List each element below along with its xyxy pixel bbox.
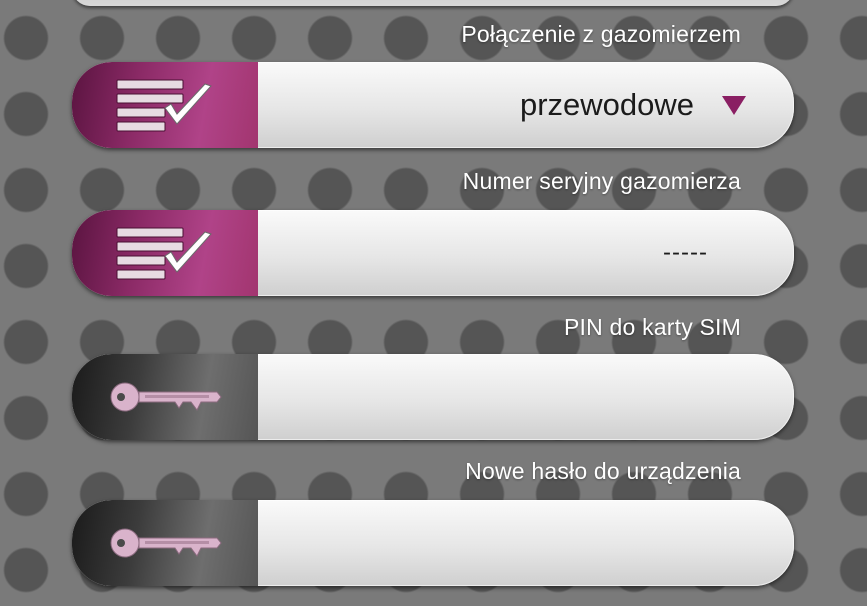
serial-number-value: ----- [663, 239, 708, 266]
sim-pin-label: PIN do karty SIM [563, 314, 741, 340]
new-password-label: Nowe hasło do urządzenia [465, 458, 741, 484]
connection-icon-area [72, 62, 258, 148]
serial-number-label: Numer seryjny gazomierza [462, 168, 741, 194]
connection-dropdown[interactable]: przewodowe [72, 62, 794, 148]
sim-pin-field[interactable] [72, 354, 794, 440]
previous-field-edge[interactable] [72, 0, 794, 6]
settings-screen: Połączenie z gazomierzem przewodowe Nume… [0, 0, 867, 606]
connection-label: Połączenie z gazomierzem [461, 21, 741, 47]
connection-value: przewodowe [519, 87, 694, 122]
new-password-icon-area [72, 500, 258, 586]
new-password-field[interactable] [72, 500, 794, 586]
key-icon [110, 382, 222, 412]
dropdown-arrow-icon[interactable] [722, 96, 746, 115]
serial-number-icon-area [72, 210, 258, 296]
sim-pin-icon-area [72, 354, 258, 440]
checklist-icon [116, 227, 212, 280]
serial-number-field[interactable]: ----- [72, 210, 794, 296]
key-icon [110, 528, 222, 558]
checklist-icon [116, 79, 212, 132]
